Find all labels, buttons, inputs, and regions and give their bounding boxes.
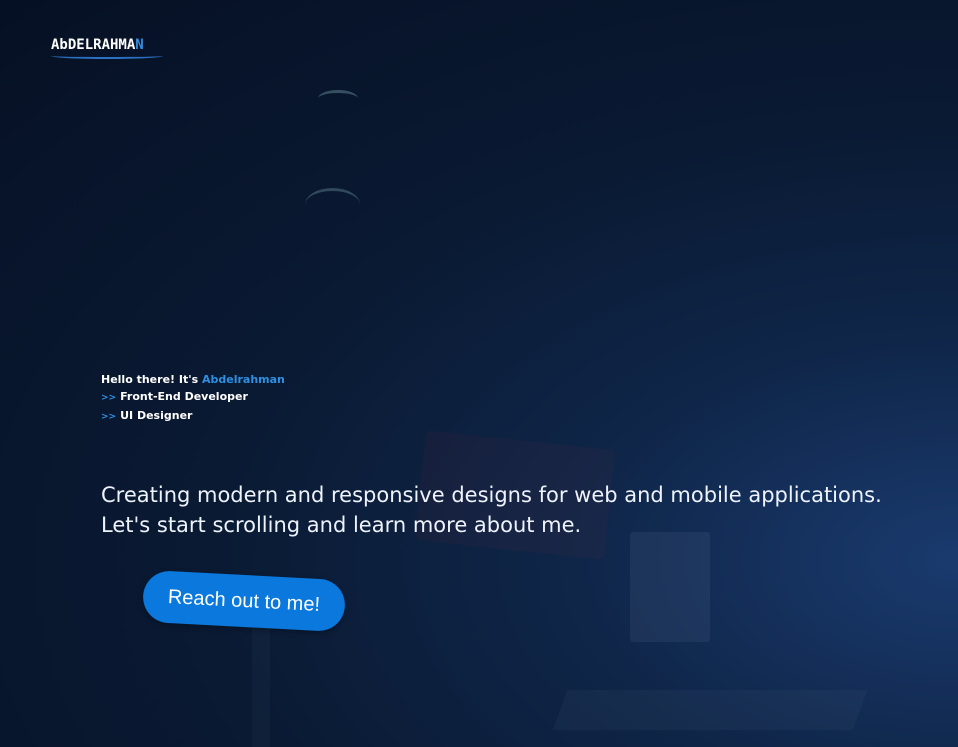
background-desk <box>552 690 868 730</box>
background-plant-leaf <box>305 188 360 221</box>
background-pole <box>252 610 270 747</box>
contact-button[interactable]: Reach out to me! <box>141 569 347 633</box>
role-item: >> UI Designer <box>101 407 285 426</box>
hero-tagline: Creating modern and responsive designs f… <box>101 483 882 537</box>
role-label: UI Designer <box>120 409 193 422</box>
logo-text: AbDELRAHMAN <box>51 37 144 53</box>
role-marker: >> <box>101 393 117 403</box>
owner-name: Abdelrahman <box>202 373 285 386</box>
role-marker: >> <box>101 412 117 422</box>
logo-underline <box>51 53 163 59</box>
greeting-line: Hello there! It's Abdelrahman <box>101 371 285 388</box>
site-logo[interactable]: AbDELRAHMAN <box>51 36 169 62</box>
greeting-text: Hello there! It's <box>101 373 199 386</box>
background-plant-leaf <box>318 90 358 107</box>
intro-block: Hello there! It's Abdelrahman >> Front-En… <box>101 371 285 426</box>
background-monitor <box>630 532 710 642</box>
role-label: Front-End Developer <box>120 390 248 403</box>
role-item: >> Front-End Developer <box>101 388 285 407</box>
hero-section: AbDELRAHMAN Hello there! It's Abdelrahma… <box>0 0 958 747</box>
